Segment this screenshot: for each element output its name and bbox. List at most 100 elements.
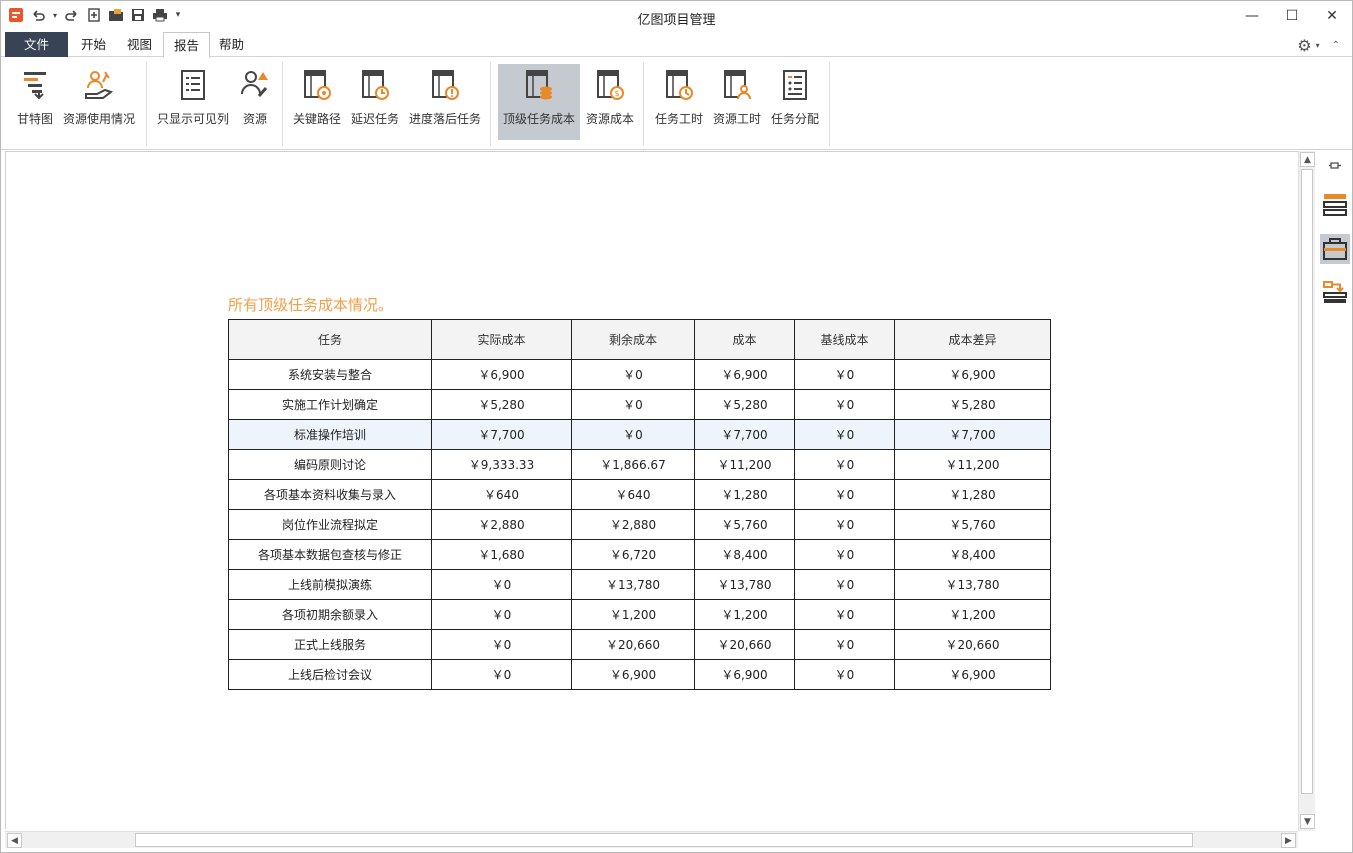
resource-usage-button[interactable]: 资源使用情况: [61, 64, 137, 140]
minimize-icon[interactable]: —: [1232, 1, 1272, 31]
table-row[interactable]: 实施工作计划确定 ￥5,280 ￥0 ￥5,280 ￥0 ￥5,280: [228, 389, 1051, 420]
table-row[interactable]: 各项初期余额录入 ￥0 ￥1,200 ￥1,200 ￥0 ￥1,200: [228, 599, 1051, 630]
resource-cost-icon: $: [597, 70, 624, 100]
table-row[interactable]: 上线前模拟演练 ￥0 ￥13,780 ￥13,780 ￥0 ￥13,780: [228, 569, 1051, 600]
table-row[interactable]: 编码原则讨论 ￥9,333.33 ￥1,866.67 ￥11,200 ￥0 ￥11,200: [228, 449, 1051, 480]
delayed-task-icon: [362, 70, 389, 100]
cost-cell: ￥1,200: [894, 599, 1051, 630]
horizontal-scroll-thumb[interactable]: [135, 833, 1193, 847]
collapse-ribbon-icon[interactable]: ⌃: [1332, 40, 1340, 51]
table-row[interactable]: 标准操作培训 ￥7,700 ￥0 ￥7,700 ￥0 ￥7,700: [228, 419, 1051, 450]
critical-path-icon: [304, 70, 331, 100]
cost-cell: ￥6,900: [431, 359, 572, 390]
cost-cell: ￥0: [794, 479, 895, 510]
ribbon-separator: [282, 62, 283, 146]
column-header: 成本: [694, 319, 795, 360]
cost-cell: ￥20,660: [694, 629, 795, 660]
maximize-icon[interactable]: ☐: [1272, 1, 1312, 31]
cost-cell: ￥0: [431, 659, 572, 690]
task-name-cell: 上线后检讨会议: [228, 659, 432, 690]
tab-file[interactable]: 文件: [5, 32, 68, 57]
vertical-scrollbar[interactable]: ▲ ▼: [1298, 151, 1315, 831]
table-row[interactable]: 正式上线服务 ￥0 ￥20,660 ￥20,660 ￥0 ￥20,660: [228, 629, 1051, 660]
task-name-cell: 岗位作业流程拟定: [228, 509, 432, 540]
visible-columns-button[interactable]: 只显示可见列: [155, 64, 231, 140]
delayed-task-label: 延迟任务: [350, 112, 399, 126]
scroll-up-icon[interactable]: ▲: [1300, 152, 1315, 167]
resource-cost-button[interactable]: $ 资源成本: [584, 64, 636, 140]
ribbon-separator: [829, 62, 830, 146]
tab-help[interactable]: 帮助: [209, 32, 254, 57]
task-name-cell: 正式上线服务: [228, 629, 432, 660]
gantt-chart-label: 甘特图: [16, 112, 53, 126]
svg-text:$: $: [614, 89, 619, 98]
cost-cell: ￥6,900: [694, 359, 795, 390]
task-name-cell: 各项基本数据包查核与修正: [228, 539, 432, 570]
close-icon[interactable]: ✕: [1312, 1, 1352, 31]
cost-cell: ￥13,780: [694, 569, 795, 600]
toolbox-icon[interactable]: [1320, 234, 1350, 264]
menu-right-controls: ⚙ ▾ ⌃: [1297, 36, 1340, 55]
chevron-down-icon[interactable]: ▾: [1316, 41, 1320, 50]
app-window: ▾ ▾ 亿图项目管理 — ☐ ✕ 文件 开始 视图 报告 帮助 ⚙ ▾ ⌃ 甘特…: [0, 0, 1353, 853]
window-controls: — ☐ ✕: [1232, 1, 1352, 31]
gear-icon[interactable]: ⚙: [1297, 36, 1311, 55]
task-name-cell: 标准操作培训: [228, 419, 432, 450]
behind-schedule-icon: [432, 70, 459, 100]
ribbon-separator: [643, 62, 644, 146]
tab-report[interactable]: 报告: [163, 32, 211, 58]
cost-cell: ￥20,660: [571, 629, 695, 660]
delayed-task-button[interactable]: 延迟任务: [349, 64, 401, 140]
scroll-down-icon[interactable]: ▼: [1300, 814, 1315, 829]
column-header: 任务: [228, 319, 432, 360]
cost-cell: ￥5,760: [694, 509, 795, 540]
gantt-chart-button[interactable]: 甘特图: [13, 64, 57, 140]
task-hours-button[interactable]: 任务工时: [653, 64, 705, 140]
cost-cell: ￥1,280: [694, 479, 795, 510]
scroll-right-icon[interactable]: ▶: [1281, 833, 1296, 848]
resource-hours-label: 资源工时: [712, 112, 761, 126]
task-name-cell: 系统安装与整合: [228, 359, 432, 390]
cost-cell: ￥0: [571, 389, 695, 420]
window-title: 亿图项目管理: [637, 13, 716, 28]
cost-cell: ￥0: [794, 539, 895, 570]
task-name-cell: 各项基本资料收集与录入: [228, 479, 432, 510]
cost-cell: ￥8,400: [694, 539, 795, 570]
top-task-cost-button[interactable]: 顶级任务成本: [498, 64, 580, 140]
task-list-icon[interactable]: [1320, 189, 1350, 219]
cost-cell: ￥2,880: [431, 509, 572, 540]
scroll-left-icon[interactable]: ◀: [7, 833, 22, 848]
cost-cell: ￥640: [571, 479, 695, 510]
cost-cell: ￥0: [431, 569, 572, 600]
cost-cell: ￥7,700: [694, 419, 795, 450]
column-header: 成本差异: [894, 319, 1051, 360]
pin-icon[interactable]: [1320, 151, 1350, 181]
cost-cell: ￥0: [794, 509, 895, 540]
cost-cell: ￥6,900: [694, 659, 795, 690]
cost-cell: ￥0: [794, 599, 895, 630]
horizontal-scrollbar[interactable]: ◀ ▶: [5, 831, 1298, 848]
cost-cell: ￥0: [431, 629, 572, 660]
resource-hours-button[interactable]: 资源工时: [711, 64, 763, 140]
cost-cell: ￥13,780: [571, 569, 695, 600]
resource-button[interactable]: 资源: [237, 64, 273, 140]
vertical-scroll-thumb[interactable]: [1301, 169, 1313, 794]
tab-start[interactable]: 开始: [71, 32, 116, 57]
cost-cell: ￥0: [571, 419, 695, 450]
table-row[interactable]: 岗位作业流程拟定 ￥2,880 ￥2,880 ￥5,760 ￥0 ￥5,760: [228, 509, 1051, 540]
export-icon[interactable]: [1320, 277, 1350, 307]
tab-view[interactable]: 视图: [117, 32, 162, 57]
task-assignment-button[interactable]: 任务分配: [769, 64, 821, 140]
behind-schedule-button[interactable]: 进度落后任务: [407, 64, 483, 140]
critical-path-button[interactable]: 关键路径: [291, 64, 343, 140]
resource-usage-icon: [85, 71, 114, 99]
table-row[interactable]: 上线后检讨会议 ￥0 ￥6,900 ￥6,900 ￥0 ￥6,900: [228, 659, 1051, 690]
cost-cell: ￥1,200: [694, 599, 795, 630]
table-row[interactable]: 各项基本数据包查核与修正 ￥1,680 ￥6,720 ￥8,400 ￥0 ￥8,400: [228, 539, 1051, 570]
task-name-cell: 上线前模拟演练: [228, 569, 432, 600]
cost-cell: ￥13,780: [894, 569, 1051, 600]
table-row[interactable]: 系统安装与整合 ￥6,900 ￥0 ￥6,900 ￥0 ￥6,900: [228, 359, 1051, 390]
table-row[interactable]: 各项基本资料收集与录入 ￥640 ￥640 ￥1,280 ￥0 ￥1,280: [228, 479, 1051, 510]
cost-cell: ￥640: [431, 479, 572, 510]
cost-cell: ￥1,200: [571, 599, 695, 630]
